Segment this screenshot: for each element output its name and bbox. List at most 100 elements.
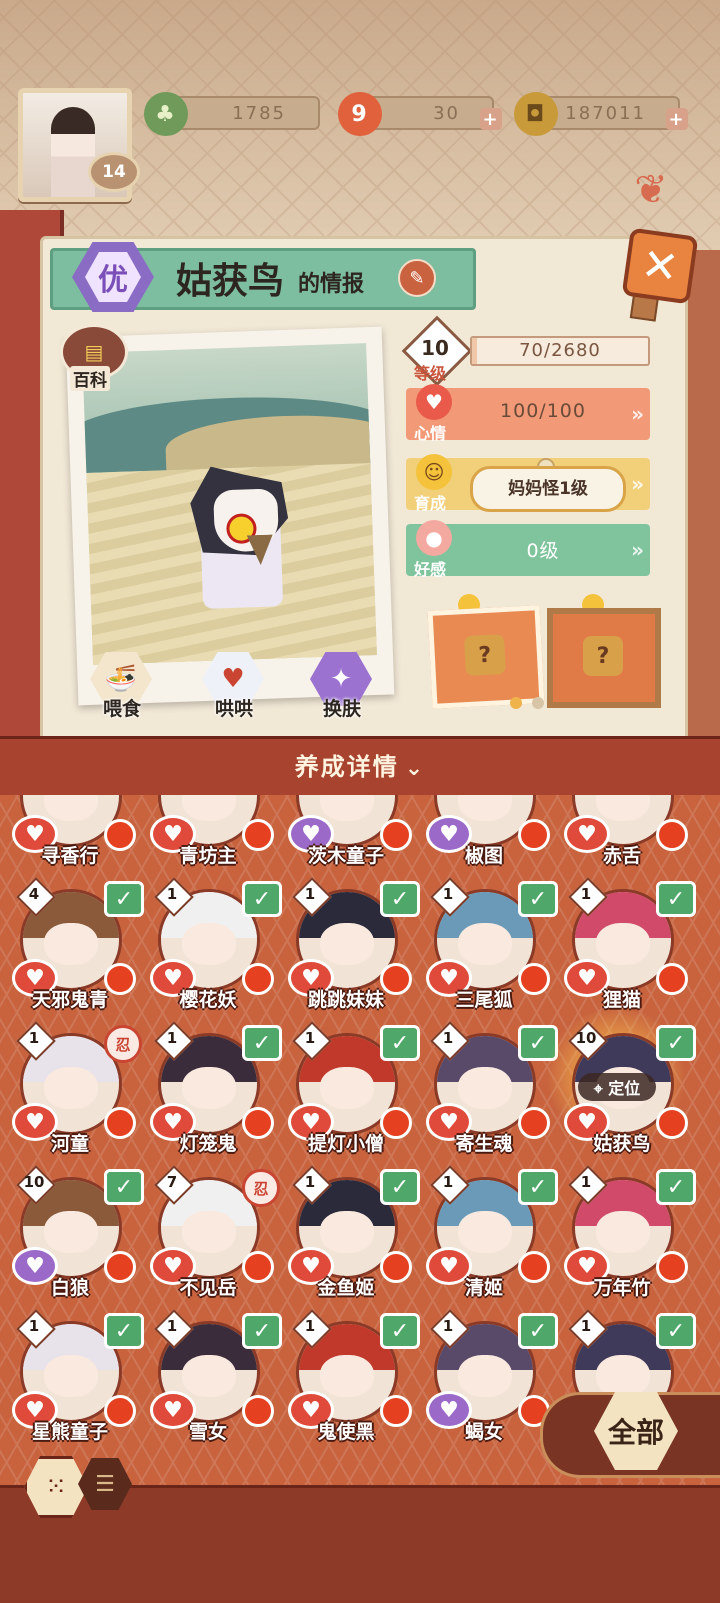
level-number: 1: [442, 1317, 454, 1335]
page-dot[interactable]: [532, 697, 544, 709]
shikigami-card[interactable]: ♥ 椒图: [414, 795, 554, 883]
shikigami-card[interactable]: 1 忍 ♥ 河童: [0, 1021, 142, 1171]
wiki-label[interactable]: 百科: [70, 366, 110, 391]
detail-toggle-bar[interactable]: 养成详情 ⌄: [0, 736, 720, 798]
portrait-face: [458, 922, 512, 965]
level-badge: 10: [568, 1021, 608, 1061]
shikigami-card[interactable]: 10 ✓ ♥ 姑获鸟 ⌖ 定位: [542, 1009, 696, 1171]
level-badge: 1: [430, 1021, 470, 1061]
shikigami-card[interactable]: 1 ✓ ♥ 万年竹: [552, 1165, 696, 1315]
feed-button[interactable]: 🍜 喂食: [86, 652, 166, 720]
portrait-face: [44, 1210, 98, 1253]
stamina-add-button[interactable]: +: [480, 108, 502, 130]
shikigami-card[interactable]: 1 ✓ ♥ 鬼使黑: [276, 1309, 420, 1459]
shikigami-name: 金鱼姬: [317, 1277, 375, 1299]
coin-add-button[interactable]: +: [666, 108, 688, 130]
level-badge: 4: [16, 877, 56, 917]
level-number: 1: [166, 1029, 178, 1047]
shikigami-card[interactable]: 10 ✓ ♥ 白狼: [0, 1165, 144, 1315]
shikigami-card[interactable]: 4 ✓ ♥ 天邪鬼青: [0, 877, 144, 1027]
shikigami-card[interactable]: ♥ 青坊主: [138, 795, 278, 883]
level-badge: 1: [16, 1309, 56, 1349]
shikigami-card[interactable]: 1 ✓ ♥ 金鱼姬: [276, 1165, 420, 1315]
shikigami-card[interactable]: 1 ✓ ♥ 提灯小僧: [276, 1021, 420, 1171]
portrait-face: [596, 922, 650, 965]
stamina-currency: 9 30 +: [338, 92, 502, 136]
mood-label: 心情: [414, 424, 447, 443]
level-badge: 1: [154, 1309, 194, 1349]
level-number: 10: [575, 1029, 597, 1047]
shikigami-card[interactable]: 1 ✓ ♥ 狸猫: [552, 877, 696, 1027]
shikigami-card[interactable]: 1 ✓ ♥ 蝎女: [414, 1309, 558, 1459]
growth-value: 妈妈怪1级: [470, 466, 626, 512]
portrait-face: [596, 1210, 650, 1253]
shikigami-card[interactable]: 1 ✓ ♥ 星熊童子: [0, 1309, 144, 1459]
level-number: 1: [580, 1173, 592, 1191]
shikigami-name: 椒图: [464, 845, 503, 867]
grid-icon: ⁙: [45, 1472, 67, 1502]
level-number: 1: [28, 1029, 40, 1047]
level-number: 1: [166, 1317, 178, 1335]
level-number: 1: [304, 1173, 316, 1191]
shikigami-card[interactable]: ♥ 茨木童子: [276, 795, 416, 883]
shikigami-name: 赤舌: [602, 845, 641, 867]
shikigami-name: 寄生魂: [455, 1133, 513, 1155]
shikigami-grid[interactable]: ♥ 寻香行 ♥ 青坊主 ♥ 茨木童子 ♥ 椒图 ♥ 赤舌 4 ✓ ♥ 天邪鬼青 1 ✓ ♥ 樱花妖 1 ✓ ♥ 跳跳妹妹 1…: [0, 795, 720, 1485]
affection-row[interactable]: ● 好感 0级 »: [406, 520, 650, 579]
pine-icon: ♣: [144, 92, 188, 136]
level-number: 10: [23, 1173, 45, 1191]
shikigami-card[interactable]: 1 ✓ ♥ 清姬: [414, 1165, 558, 1315]
coax-label: 哄哄: [214, 698, 253, 720]
level-badge: 1: [154, 1021, 194, 1061]
shikigami-card[interactable]: 1 ✓ ♥ 寄生魂: [414, 1021, 558, 1171]
level-badge: 1: [292, 1021, 332, 1061]
portrait-face: [320, 1354, 374, 1397]
level-badge: 1: [430, 1165, 470, 1205]
affection-value: 0级: [526, 540, 560, 562]
stamina-icon: 9: [338, 92, 382, 136]
level-badge: 1: [292, 877, 332, 917]
close-button[interactable]: ✕: [621, 227, 699, 305]
page-dot-active[interactable]: [510, 697, 522, 709]
skin-label: 换肤: [322, 698, 361, 720]
shikigami-name: 茨木童子: [307, 845, 384, 867]
shikigami-card[interactable]: 1 ✓ ♥ 灯笼鬼: [138, 1021, 282, 1171]
shikigami-name: 星熊童子: [31, 1421, 108, 1443]
shikigami-name: 蝎女: [464, 1421, 503, 1443]
wear-slot-2[interactable]: ?: [547, 608, 661, 708]
level-badge: 1: [568, 1165, 608, 1205]
rename-button[interactable]: ✎: [398, 259, 436, 297]
level-badge: 1: [292, 1165, 332, 1205]
shikigami-card[interactable]: ♥ 寻香行: [0, 795, 140, 883]
level-badge: 1: [16, 1021, 56, 1061]
shikigami-card[interactable]: 1 ✓ ♥ 跳跳妹妹: [276, 877, 420, 1027]
portrait-face: [44, 1066, 98, 1109]
skin-button[interactable]: ✦ 换肤: [306, 652, 386, 720]
level-badge: 1: [430, 877, 470, 917]
shikigami-card[interactable]: 1 ✓ ♥ 雪女: [138, 1309, 282, 1459]
shikigami-card[interactable]: 1 ✓ ♥ 樱花妖: [138, 877, 282, 1027]
coax-button[interactable]: ♥ 哄哄: [198, 652, 278, 720]
level-badge: 1: [292, 1309, 332, 1349]
mood-row[interactable]: ♥ 心情 100/100 »: [406, 384, 650, 443]
locate-button[interactable]: ⌖ 定位: [578, 1073, 656, 1101]
level-number: 1: [442, 1173, 454, 1191]
koi-flag-icon[interactable]: ❦: [628, 160, 674, 220]
shikigami-name: 不见岳: [179, 1277, 237, 1299]
level-badge: 10: [16, 1165, 56, 1205]
shikigami-name: 万年竹: [593, 1277, 651, 1299]
affection-label: 好感: [414, 560, 447, 579]
chevron-right-icon: »: [631, 538, 644, 562]
shikigami-card[interactable]: ♥ 赤舌: [552, 795, 692, 883]
portrait-face: [320, 922, 374, 965]
shikigami-card[interactable]: 7 忍 ♥ 不见岳: [138, 1165, 280, 1315]
exp-text: 70/2680: [519, 340, 601, 361]
quality-badge-text: 优: [85, 252, 141, 302]
level-badge: 7: [154, 1165, 194, 1205]
feed-label: 喂食: [102, 698, 141, 720]
level-number: 1: [304, 885, 316, 903]
wear-slot-1[interactable]: ?: [427, 605, 545, 709]
shikigami-card[interactable]: 1 ✓ ♥ 三尾狐: [414, 877, 558, 1027]
chevron-right-icon: »: [631, 472, 644, 496]
shikigami-name: 鬼使黑: [317, 1421, 375, 1443]
